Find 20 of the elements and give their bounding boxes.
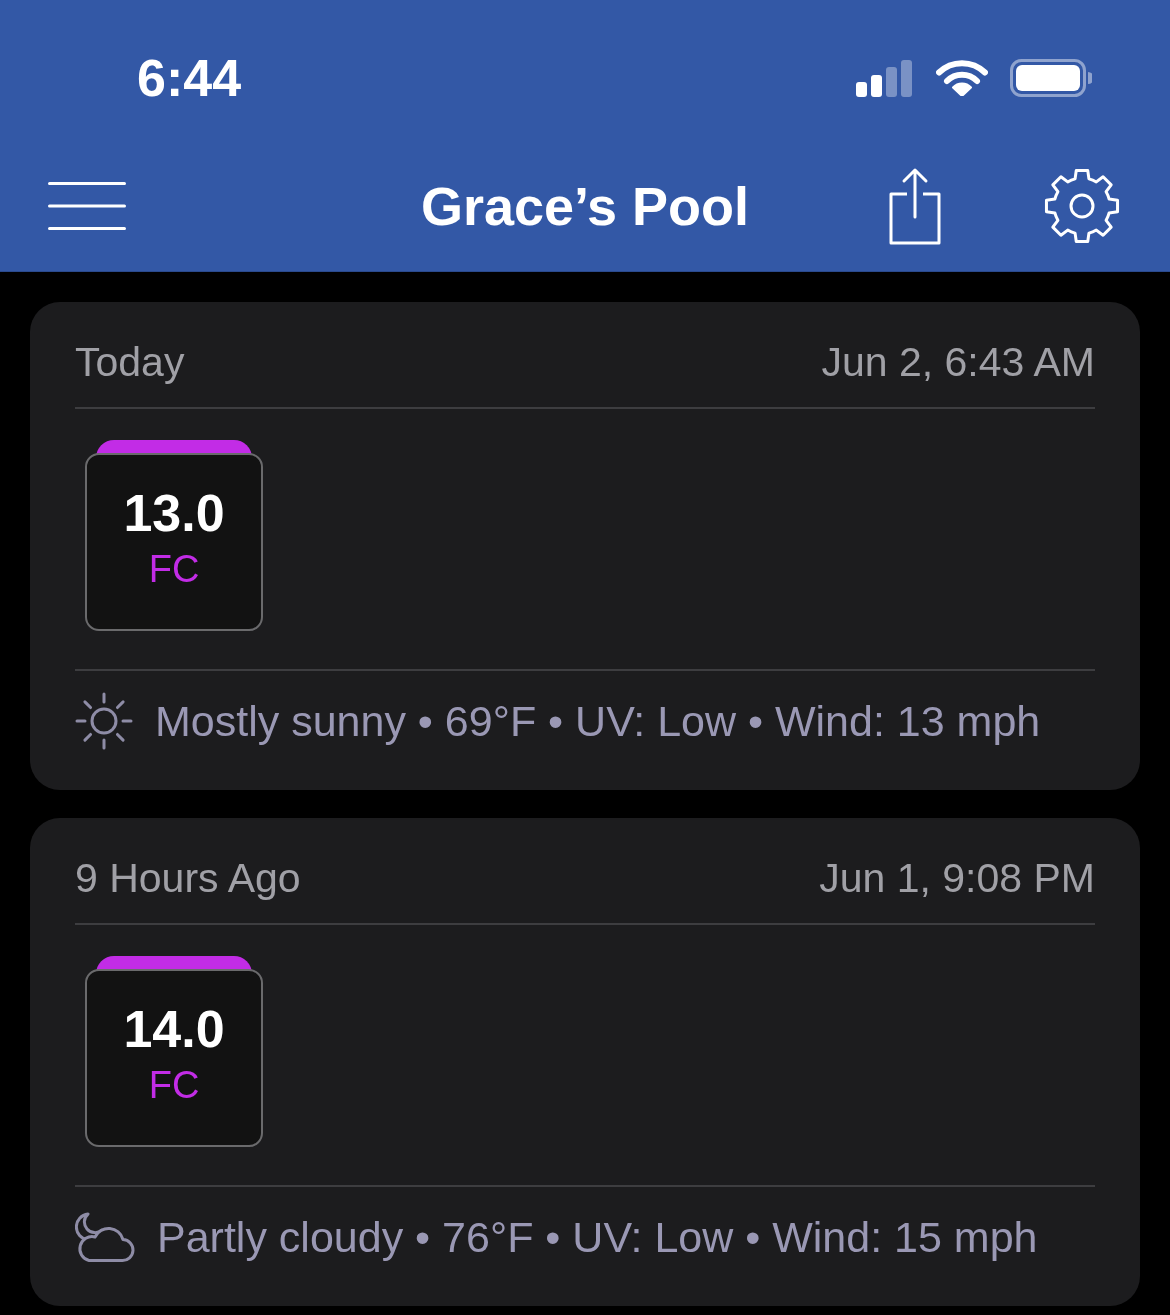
entry-timestamp: Jun 1, 9:08 PM	[819, 854, 1095, 902]
settings-icon[interactable]	[1042, 166, 1122, 245]
entry-timestamp: Jun 2, 6:43 AM	[821, 338, 1095, 386]
share-icon[interactable]	[889, 166, 941, 245]
wifi-icon	[936, 60, 988, 96]
page-title: Grace’s Pool	[420, 174, 750, 238]
signal-icon	[856, 59, 914, 97]
status-time: 6:44	[137, 48, 242, 108]
reading-label: FC	[148, 547, 200, 592]
entry-label: 9 Hours Ago	[75, 854, 301, 902]
battery-icon	[1010, 59, 1092, 97]
weather-summary: Partly cloudy • 76°F • UV: Low • Wind: 15 mph	[157, 1212, 1038, 1262]
menu-icon[interactable]	[48, 181, 126, 230]
reading-label: FC	[148, 1063, 200, 1108]
cloud-moon-icon	[75, 1211, 135, 1263]
reading-value: 13.0	[123, 483, 225, 543]
reading-value: 14.0	[123, 999, 225, 1059]
weather-summary: Mostly sunny • 69°F • UV: Low • Wind: 13 mph	[155, 696, 1041, 746]
sun-icon	[75, 692, 133, 750]
entry-label: Today	[75, 338, 185, 386]
